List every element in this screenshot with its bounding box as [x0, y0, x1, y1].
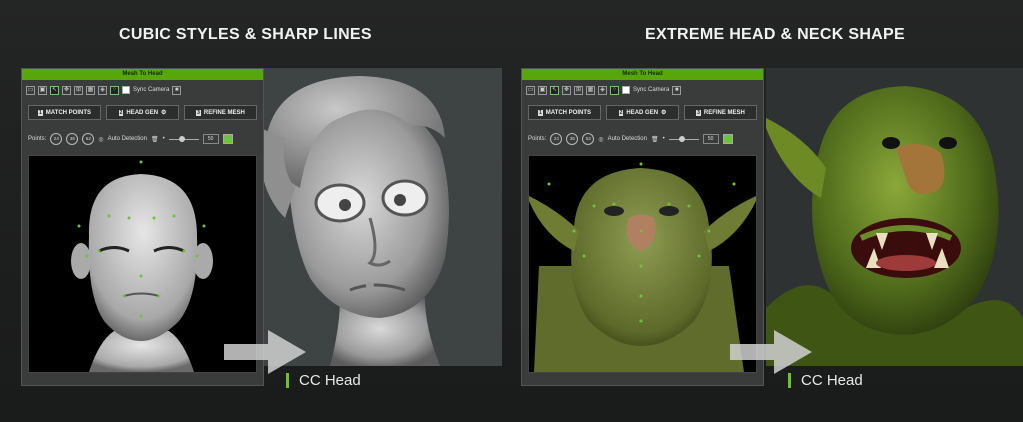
dot-icon: • [662, 136, 665, 142]
slider-value[interactable]: 50 [202, 134, 219, 144]
point-badge-35[interactable]: 35 [566, 133, 579, 145]
tab-match-points[interactable]: 1 MATCH POINTS [28, 105, 101, 120]
save-icon[interactable]: ▣ [38, 85, 47, 95]
trash-icon[interactable]: 🗑 [651, 136, 659, 143]
layers-icon[interactable]: ◈ [598, 85, 607, 95]
panel-toolbar: ▭ ▣ ↖ ✥ ⊞ ▦ ◈ ⁘ Sync Camera ■ [26, 83, 259, 97]
move-icon[interactable]: ✥ [62, 85, 71, 95]
grey-head-render [240, 68, 502, 366]
sync-camera-label: Sync Camera [633, 87, 670, 93]
sync-camera-label: Sync Camera [133, 87, 170, 93]
bald-head-viewport [71, 160, 213, 372]
auto-detection-icon[interactable]: ◎ [598, 136, 603, 143]
frame-icon[interactable]: ⊞ [74, 85, 83, 95]
step-tabs: 1 MATCH POINTS 2 HEAD GEN ⚙ 3 REFINE MESH [28, 105, 257, 120]
folder-icon[interactable]: ▭ [26, 85, 35, 95]
arrow-right-icon [224, 330, 306, 374]
arrow-right-icon [730, 330, 812, 374]
camera-icon[interactable]: ■ [172, 85, 182, 95]
grid-icon[interactable]: ▦ [86, 85, 95, 95]
left-heading: CUBIC STYLES & SHARP LINES [119, 26, 372, 43]
tab-match-points[interactable]: 1 MATCH POINTS [528, 105, 601, 120]
point-badge-35[interactable]: 35 [66, 133, 79, 145]
point-badge-24[interactable]: 24 [50, 133, 63, 145]
label-accent-bar [788, 373, 791, 388]
auto-detection-icon[interactable]: ◎ [98, 136, 103, 143]
right-heading: EXTREME HEAD & NECK SHAPE [645, 26, 905, 43]
point-color-swatch[interactable] [722, 134, 733, 144]
label-accent-bar [286, 373, 289, 388]
gear-icon: ⚙ [161, 110, 167, 116]
tab-refine-mesh[interactable]: 3 REFINE MESH [684, 105, 757, 120]
tab-head-gen[interactable]: 2 HEAD GEN ⚙ [106, 105, 179, 120]
orc-head-viewport [529, 162, 756, 372]
panel-toolbar: ▭ ▣ ↖ ✥ ⊞ ▦ ◈ ⁘ Sync Camera ■ [526, 83, 759, 97]
viewport[interactable] [528, 155, 757, 373]
slider-value[interactable]: 50 [702, 134, 719, 144]
points-label: Points: [528, 136, 547, 142]
cursor-icon[interactable]: ↖ [50, 85, 59, 95]
point-size-slider[interactable] [668, 135, 699, 142]
right-render [766, 68, 1023, 366]
sync-camera-checkbox[interactable] [122, 86, 130, 94]
panel-title: Mesh To Head [522, 69, 763, 80]
frame-icon[interactable]: ⊞ [574, 85, 583, 95]
point-badge-24[interactable]: 24 [550, 133, 563, 145]
point-badge-52[interactable]: 52 [582, 133, 595, 145]
cc-head-label: CC Head [299, 372, 361, 389]
tab-refine-mesh[interactable]: 3 REFINE MESH [184, 105, 257, 120]
tab-head-gen[interactable]: 2 HEAD GEN ⚙ [606, 105, 679, 120]
left-section: CUBIC STYLES & SHARP LINES Mesh To Head … [0, 0, 512, 422]
point-color-swatch[interactable] [222, 134, 233, 144]
layers-icon[interactable]: ◈ [98, 85, 107, 95]
result-label: CC Head [286, 372, 361, 389]
point-size-slider[interactable] [168, 135, 199, 142]
points-icon[interactable]: ⁘ [110, 85, 119, 95]
auto-detection-label[interactable]: Auto Detection [108, 136, 147, 142]
step-tabs: 1 MATCH POINTS 2 HEAD GEN ⚙ 3 REFINE MESH [528, 105, 757, 120]
camera-icon[interactable]: ■ [672, 85, 682, 95]
left-render [240, 68, 502, 366]
folder-icon[interactable]: ▭ [526, 85, 535, 95]
grid-icon[interactable]: ▦ [586, 85, 595, 95]
orc-head-render [766, 68, 1023, 366]
points-icon[interactable]: ⁘ [610, 85, 619, 95]
point-badge-52[interactable]: 52 [82, 133, 95, 145]
gear-icon: ⚙ [661, 110, 667, 116]
auto-detection-label[interactable]: Auto Detection [608, 136, 647, 142]
cursor-icon[interactable]: ↖ [550, 85, 559, 95]
panel-title: Mesh To Head [22, 69, 263, 80]
points-label: Points: [28, 136, 47, 142]
move-icon[interactable]: ✥ [562, 85, 571, 95]
cc-head-label: CC Head [801, 372, 863, 389]
right-section: EXTREME HEAD & NECK SHAPE Mesh To Head ▭… [512, 0, 1023, 422]
result-label: CC Head [788, 372, 863, 389]
points-toolbar: Points: 24 35 52 ◎ Auto Detection 🗑 • 50 [528, 129, 757, 149]
viewport[interactable] [28, 155, 257, 373]
save-icon[interactable]: ▣ [538, 85, 547, 95]
trash-icon[interactable]: 🗑 [151, 136, 159, 143]
points-toolbar: Points: 24 35 52 ◎ Auto Detection 🗑 • 50 [28, 129, 257, 149]
dot-icon: • [162, 136, 165, 142]
mesh-to-head-panel-right: Mesh To Head ▭ ▣ ↖ ✥ ⊞ ▦ ◈ ⁘ Sync Camera… [521, 68, 764, 386]
sync-camera-checkbox[interactable] [622, 86, 630, 94]
